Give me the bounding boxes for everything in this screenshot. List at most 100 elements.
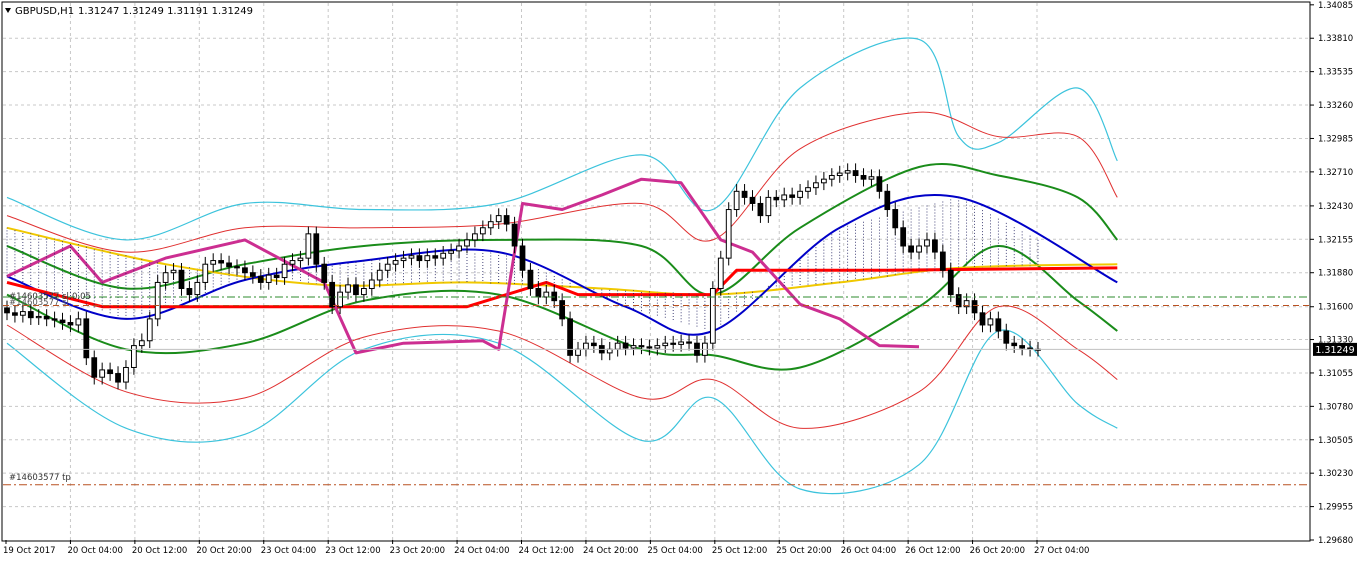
candle-body[interactable]: [781, 194, 788, 201]
candle-body[interactable]: [836, 172, 843, 177]
candle-body[interactable]: [797, 190, 803, 198]
candle-body[interactable]: [765, 196, 772, 217]
candle-body[interactable]: [75, 318, 82, 326]
candle-body[interactable]: [91, 357, 98, 378]
candle-body[interactable]: [170, 269, 177, 274]
candle-body[interactable]: [178, 269, 185, 290]
candle-body[interactable]: [432, 255, 439, 259]
candle-body[interactable]: [725, 209, 732, 259]
candle-body[interactable]: [138, 340, 145, 347]
candle-body[interactable]: [440, 252, 447, 259]
candle-body[interactable]: [226, 262, 232, 268]
candle-body[interactable]: [376, 269, 383, 281]
candle-body[interactable]: [51, 318, 58, 321]
candle-body[interactable]: [551, 291, 558, 302]
candle-body[interactable]: [805, 187, 811, 192]
candle-body[interactable]: [4, 307, 10, 314]
candle-body[interactable]: [670, 342, 677, 345]
candle-body[interactable]: [654, 345, 661, 349]
candle-body[interactable]: [1019, 345, 1026, 349]
candle-body[interactable]: [297, 257, 304, 262]
candle-body[interactable]: [281, 263, 288, 279]
candle-body[interactable]: [932, 239, 938, 253]
candle-body[interactable]: [392, 260, 399, 265]
candle-body[interactable]: [408, 255, 415, 259]
candle-body[interactable]: [456, 245, 462, 252]
candle-body[interactable]: [503, 215, 510, 225]
candle-body[interactable]: [813, 182, 819, 189]
candle-body[interactable]: [638, 345, 645, 348]
candle-body[interactable]: [511, 223, 518, 247]
candle-body[interactable]: [329, 281, 336, 308]
candle-body[interactable]: [162, 272, 169, 283]
candle-body[interactable]: [1003, 330, 1010, 344]
candle-body[interactable]: [868, 176, 875, 180]
candle-body[interactable]: [583, 342, 589, 350]
candle-body[interactable]: [257, 275, 264, 283]
candle-body[interactable]: [400, 257, 407, 262]
candle-body[interactable]: [384, 263, 391, 271]
candle-body[interactable]: [987, 318, 994, 326]
candle-body[interactable]: [242, 267, 248, 274]
candle-body[interactable]: [12, 312, 18, 316]
candle-body[interactable]: [472, 233, 478, 241]
candle-body[interactable]: [43, 315, 50, 320]
candle-body[interactable]: [535, 288, 542, 298]
candle-body[interactable]: [828, 175, 835, 180]
candle-body[interactable]: [27, 311, 34, 319]
candle-body[interactable]: [249, 272, 256, 277]
candle-body[interactable]: [321, 263, 328, 283]
candle-body[interactable]: [686, 341, 692, 344]
candle-body[interactable]: [979, 312, 986, 326]
candle-body[interactable]: [971, 300, 978, 314]
candle-body[interactable]: [630, 345, 637, 349]
candle-body[interactable]: [678, 341, 684, 345]
candle-body[interactable]: [305, 233, 312, 259]
candle-body[interactable]: [757, 202, 764, 217]
candle-body[interactable]: [852, 170, 859, 177]
candle-body[interactable]: [83, 318, 90, 359]
candle-body[interactable]: [35, 315, 42, 319]
candle-body[interactable]: [99, 369, 106, 378]
candle-body[interactable]: [1011, 342, 1018, 347]
candle-body[interactable]: [353, 284, 359, 296]
candle-body[interactable]: [487, 221, 494, 229]
candle-body[interactable]: [416, 255, 423, 262]
candle-body[interactable]: [424, 255, 431, 262]
candle-body[interactable]: [154, 281, 161, 320]
candle-body[interactable]: [575, 348, 581, 356]
candle-body[interactable]: [939, 251, 946, 271]
candle-body[interactable]: [820, 178, 827, 184]
candle-body[interactable]: [733, 190, 740, 211]
candle-body[interactable]: [495, 215, 502, 223]
candle-body[interactable]: [194, 281, 201, 296]
candle-body[interactable]: [67, 322, 74, 326]
candle-body[interactable]: [947, 269, 954, 296]
candle-body[interactable]: [361, 288, 367, 296]
candle-body[interactable]: [218, 260, 225, 264]
candle-body[interactable]: [900, 227, 907, 247]
candle-body[interactable]: [908, 245, 914, 253]
candle-body[interactable]: [773, 196, 780, 201]
candle-body[interactable]: [717, 257, 724, 290]
candle-body[interactable]: [19, 311, 26, 316]
candle-body[interactable]: [955, 294, 962, 308]
candle-body[interactable]: [202, 263, 209, 283]
candle-body[interactable]: [59, 319, 66, 324]
candle-body[interactable]: [662, 342, 669, 347]
candle-body[interactable]: [234, 266, 240, 269]
candle-body[interactable]: [844, 170, 851, 174]
candle-body[interactable]: [479, 227, 486, 235]
candle-body[interactable]: [916, 245, 922, 253]
candle-body[interactable]: [559, 300, 566, 320]
candle-body[interactable]: [273, 274, 280, 279]
candle-body[interactable]: [448, 250, 455, 254]
candle-body[interactable]: [860, 175, 867, 180]
candle-body[interactable]: [337, 291, 343, 308]
candle-body[interactable]: [210, 260, 217, 265]
candle-body[interactable]: [614, 342, 621, 350]
candle-body[interactable]: [892, 209, 899, 229]
candle-body[interactable]: [368, 279, 375, 290]
candle-body[interactable]: [622, 342, 629, 349]
candle-body[interactable]: [289, 260, 296, 265]
